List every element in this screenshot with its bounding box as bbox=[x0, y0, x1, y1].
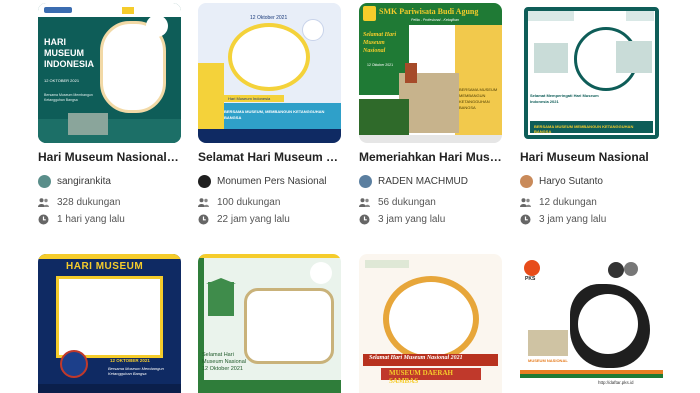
thumb-banner: BERSAMA MUSEUM MEMBANGUN KETANGGUHAN BAN… bbox=[534, 124, 634, 134]
thumb-subtitle: MUSEUM DAERAH SAMBAS bbox=[389, 369, 453, 385]
thumb-right-text: BERSAMA MUSEUM MEMBANGUN KETANGGUHAN BAN… bbox=[459, 87, 498, 110]
campaign-thumbnail[interactable]: PKS MUSEUM NASIONAL http://daftar.pks.id bbox=[520, 254, 663, 393]
thumb-date: 12 Oktober 2021 bbox=[367, 63, 394, 67]
people-icon bbox=[520, 198, 531, 207]
thumb-badge: PKS bbox=[525, 276, 536, 282]
campaign-title[interactable]: Hari Museum Nasional 2021 bbox=[38, 150, 181, 164]
campaign-thumbnail[interactable]: 12 Oktober 2021 Hari Museum Indonesia BE… bbox=[198, 3, 341, 143]
author-name: RADEN MACHMUD bbox=[378, 175, 468, 187]
author-name: Haryo Sutanto bbox=[539, 175, 603, 187]
campaign-author[interactable]: RADEN MACHMUD bbox=[359, 174, 468, 188]
campaign-author[interactable]: Monumen Pers Nasional bbox=[198, 174, 327, 188]
avatar bbox=[359, 174, 372, 188]
clock-icon bbox=[198, 214, 209, 225]
campaign-thumbnail[interactable]: HARI MUSEUM INDONESIA 12 OKTOBER 2021 Be… bbox=[38, 3, 181, 143]
campaign-title[interactable]: Hari Museum Nasional bbox=[520, 150, 663, 164]
thumb-header: SMK Pariwisata Budi Agung bbox=[379, 7, 479, 16]
campaign-author[interactable]: sangirankita bbox=[38, 174, 111, 188]
clock-icon bbox=[520, 214, 531, 225]
thumb-line: Selamat Hari bbox=[202, 352, 234, 358]
thumb-script: Selamat Hari Museum Nasional bbox=[363, 32, 397, 54]
thumb-line: HARI bbox=[44, 37, 66, 47]
thumb-caption: Selamat Memperingati Hari Museum Indones… bbox=[530, 93, 599, 104]
campaign-thumbnail[interactable]: Selamat Hari Museum Nasional 12 Oktober … bbox=[198, 254, 341, 393]
clock-icon bbox=[38, 214, 49, 225]
people-icon bbox=[359, 198, 370, 207]
campaign-thumbnail[interactable]: SMK Pariwisata Budi Agung Pelita - Profe… bbox=[359, 3, 502, 143]
supporters-count: 328 dukungan bbox=[38, 196, 120, 209]
avatar bbox=[198, 174, 211, 188]
people-icon bbox=[38, 198, 49, 207]
time-ago: 3 jam yang lalu bbox=[359, 213, 445, 226]
thumb-subtitle: Bersama Museum Membangun Ketangguhan Ban… bbox=[108, 366, 164, 376]
thumb-line: INDONESIA bbox=[44, 59, 95, 69]
avatar bbox=[38, 174, 51, 188]
time-ago: 22 jam yang lalu bbox=[198, 213, 290, 226]
thumb-line: Museum Nasional bbox=[202, 359, 247, 365]
thumb-url: http://daftar.pks.id bbox=[598, 380, 634, 385]
thumb-date: 12 Oktober 2021 bbox=[202, 366, 243, 372]
thumb-banner: Selamat Hari Museum Nasional 2021 bbox=[369, 355, 463, 361]
thumb-date: 12 OKTOBER 2021 bbox=[44, 78, 80, 83]
campaign-thumbnail[interactable]: Selamat Memperingati Hari Museum Indones… bbox=[520, 3, 663, 143]
time-ago: 3 jam yang lalu bbox=[520, 213, 606, 226]
author-name: sangirankita bbox=[57, 175, 111, 187]
time-ago: 1 hari yang lalu bbox=[38, 213, 125, 226]
supporters-count: 100 dukungan bbox=[198, 196, 280, 209]
campaign-title[interactable]: Selamat Hari Museum Nasional bbox=[198, 150, 341, 164]
thumb-subheader: Pelita - Profesional - Kebajikan bbox=[411, 18, 459, 22]
campaign-thumbnail[interactable]: HARI MUSEUM 12 OKTOBER 2021 Bersama Muse… bbox=[38, 254, 181, 393]
supporters-count: 56 dukungan bbox=[359, 196, 436, 209]
avatar bbox=[520, 174, 533, 188]
people-icon bbox=[198, 198, 209, 207]
thumb-subtitle: Bersama Museum Membangun Ketangguhan Ban… bbox=[44, 93, 93, 102]
thumb-date: 12 OKTOBER 2021 bbox=[110, 358, 150, 363]
clock-icon bbox=[359, 214, 370, 225]
author-name: Monumen Pers Nasional bbox=[217, 175, 327, 187]
thumb-line: HARI MUSEUM bbox=[66, 261, 144, 272]
supporters-count: 12 dukungan bbox=[520, 196, 597, 209]
thumb-subtitle: BERSAMA MUSEUM, MEMBANGUN KETANGGUHAN BA… bbox=[224, 109, 325, 120]
thumb-caption: MUSEUM NASIONAL bbox=[528, 358, 568, 363]
campaign-thumbnail[interactable]: Selamat Hari Museum Nasional 2021 MUSEUM… bbox=[359, 254, 502, 393]
thumb-banner: Hari Museum Indonesia bbox=[228, 96, 271, 101]
thumb-date: 12 Oktober 2021 bbox=[250, 15, 288, 21]
thumb-line: MUSEUM bbox=[44, 48, 84, 58]
campaign-author[interactable]: Haryo Sutanto bbox=[520, 174, 603, 188]
campaign-title[interactable]: Memeriahkan Hari Museum bbox=[359, 150, 502, 164]
